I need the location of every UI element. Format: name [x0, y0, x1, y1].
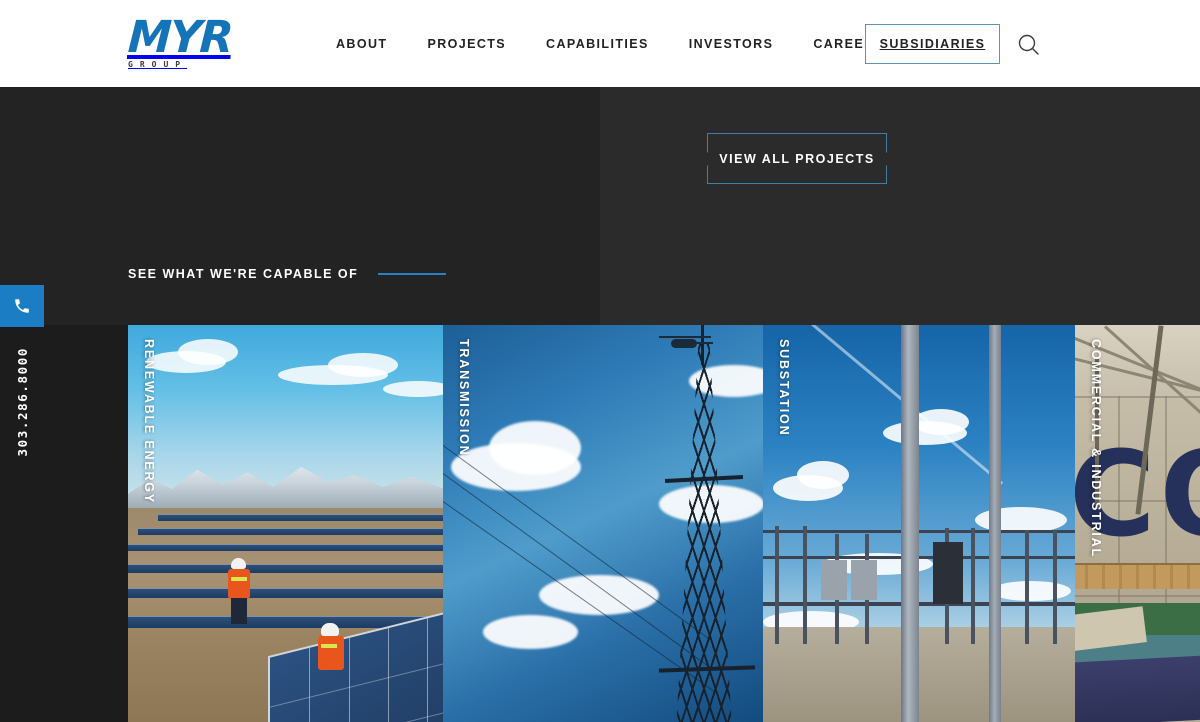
transmission-image — [443, 325, 763, 722]
tile-label-transmission: TRANSMISSION — [457, 339, 471, 457]
nav-item-projects[interactable]: PROJECTS — [407, 37, 526, 51]
site-header: MYR GROUP ABOUT PROJECTS CAPABILITIES IN… — [0, 0, 1200, 87]
capability-tile-substation[interactable]: SUBSTATION — [763, 325, 1075, 722]
page-root: MYR GROUP ABOUT PROJECTS CAPABILITIES IN… — [0, 0, 1200, 722]
renewable-energy-image — [128, 325, 443, 722]
logo-wordmark: MYR — [126, 12, 233, 63]
capabilities-heading-text: SEE WHAT WE'RE CAPABLE OF — [128, 267, 359, 281]
phone-rail: 303.286.8000 — [0, 285, 44, 457]
capability-tile-commercial-industrial[interactable]: CO COMMERCIAL & INDUSTRIAL — [1075, 325, 1200, 722]
nav-item-about[interactable]: ABOUT — [330, 37, 407, 51]
substation-image — [763, 325, 1075, 722]
search-button[interactable] — [1016, 32, 1042, 58]
capabilities-heading-rule — [378, 273, 447, 275]
phone-number[interactable]: 303.286.8000 — [0, 347, 44, 457]
nav-item-capabilities[interactable]: CAPABILITIES — [526, 37, 669, 51]
capabilities-heading: SEE WHAT WE'RE CAPABLE OF — [128, 267, 447, 281]
capability-tiles: RENEWABLE ENERGY TRANSMISSION SUBSTATION… — [128, 325, 1200, 722]
capability-tile-transmission[interactable]: TRANSMISSION — [443, 325, 763, 722]
phone-call-button[interactable] — [0, 285, 44, 327]
capability-tile-renewable-energy[interactable]: RENEWABLE ENERGY — [128, 325, 443, 722]
subsidiaries-button[interactable]: SUBSIDIARIES — [865, 24, 1000, 64]
view-all-projects-label: VIEW ALL PROJECTS — [719, 151, 875, 166]
phone-icon — [15, 299, 29, 313]
view-all-projects-button[interactable]: VIEW ALL PROJECTS — [706, 133, 888, 184]
site-logo[interactable]: MYR GROUP — [126, 12, 238, 71]
search-icon — [1018, 34, 1039, 55]
nav-item-investors[interactable]: INVESTORS — [669, 37, 794, 51]
tile-label-commercial-industrial: COMMERCIAL & INDUSTRIAL — [1089, 339, 1103, 558]
tile-label-substation: SUBSTATION — [777, 339, 791, 437]
phone-number-text: 303.286.8000 — [14, 347, 30, 457]
tile-label-renewable-energy: RENEWABLE ENERGY — [142, 339, 156, 504]
